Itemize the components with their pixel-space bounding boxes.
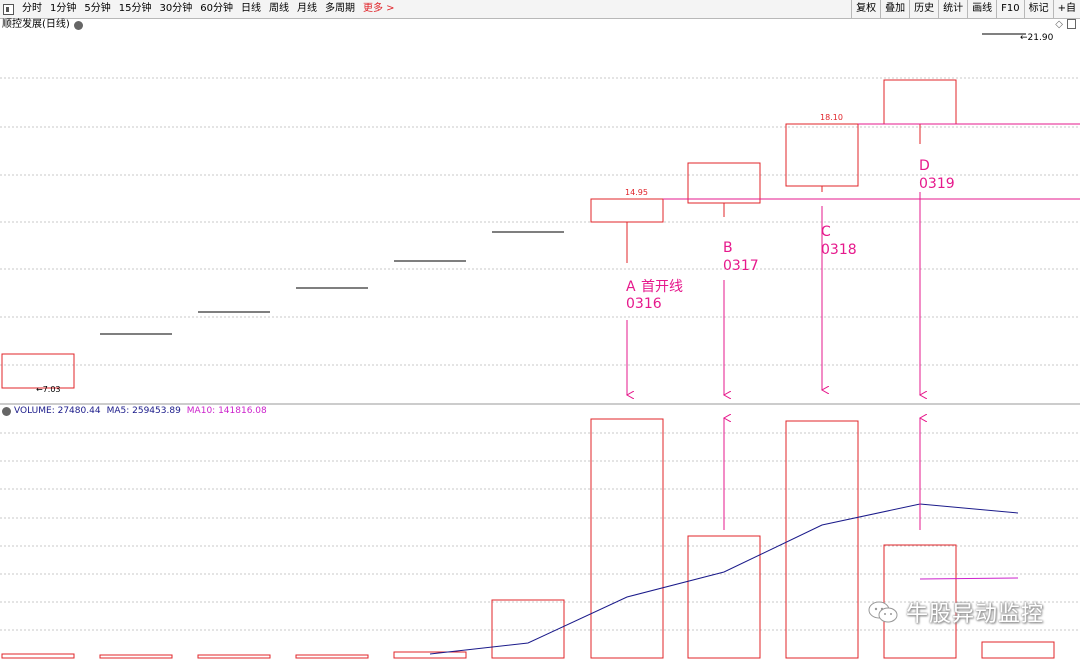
annotation-A-letter: A	[626, 279, 636, 295]
ma10-legend: MA10: 141816.08	[186, 406, 267, 416]
annotation-D-date: 0319	[919, 176, 955, 192]
vol-bar-5	[393, 651, 467, 659]
min-price-label: ←7.03	[36, 385, 61, 394]
annotation-C-letter: C	[821, 224, 831, 240]
vol-bar-7	[590, 418, 664, 659]
candle-10	[883, 79, 957, 125]
volume-label: VOLUME: 27480.44	[14, 406, 101, 416]
vol-bar-3	[197, 654, 271, 659]
watermark: 牛股异动监控	[868, 596, 1044, 628]
vol-bar-11	[981, 641, 1055, 659]
ma5-legend: MA5: 259453.89	[106, 406, 181, 416]
volume-legend: VOLUME: 27480.44 MA5: 259453.89 MA10: 14…	[2, 405, 267, 417]
price-grid	[0, 77, 1080, 366]
annotation-D-letter: D	[919, 158, 930, 174]
wechat-icon	[868, 601, 898, 623]
annotation-B-date: 0317	[723, 258, 759, 274]
vol-bar-1	[1, 653, 75, 659]
kline-chart: ←21.90 ←7.03 14.95 18.10 A 首开线 0316 B 03…	[0, 33, 1080, 659]
candle-1	[1, 353, 75, 389]
annotation-A-date: 0316	[626, 296, 662, 312]
annotations: A 首开线 0316 B 0317 C 0318 D 0319	[626, 158, 955, 312]
annotation-A-text: 首开线	[641, 279, 683, 295]
label-14-95: 14.95	[625, 188, 648, 197]
vol-bar-9	[785, 420, 859, 659]
vol-bar-4	[295, 654, 369, 659]
watermark-text: 牛股异动监控	[905, 602, 1044, 627]
annotation-C-date: 0318	[821, 242, 857, 258]
vol-bar-6	[491, 599, 565, 659]
candle-9	[785, 123, 859, 187]
vol-bar-2	[99, 654, 173, 659]
vol-bar-8	[687, 535, 761, 659]
annotation-B-letter: B	[723, 240, 733, 256]
volume-options-icon[interactable]	[2, 406, 11, 416]
candle-7	[590, 198, 664, 223]
candle-8	[687, 162, 761, 204]
label-18-10: 18.10	[820, 113, 843, 122]
max-price-label: ←21.90	[1020, 33, 1054, 43]
ma10-line	[919, 577, 1019, 580]
